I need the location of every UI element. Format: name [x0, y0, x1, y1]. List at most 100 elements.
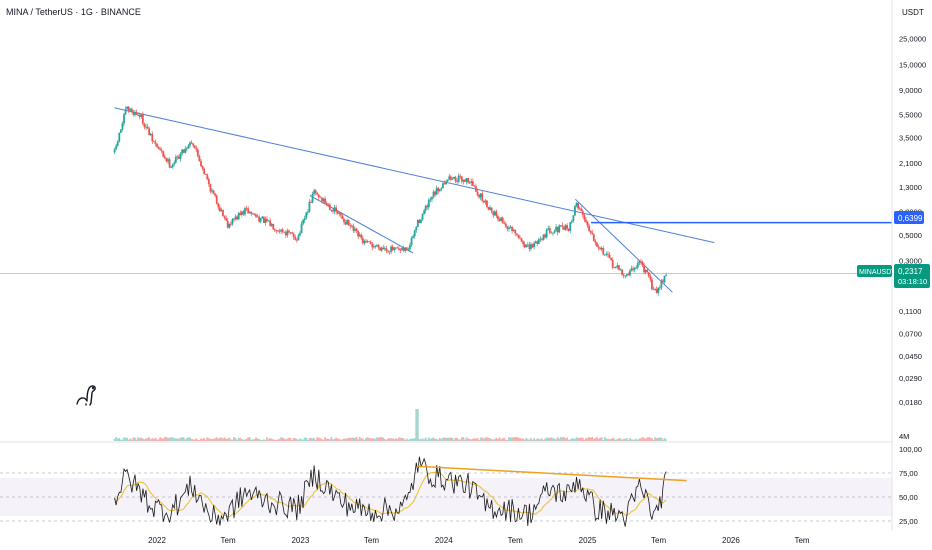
candle-body: [451, 178, 454, 180]
candle-body: [596, 242, 598, 247]
candle-body: [434, 191, 437, 195]
volume-bar: [426, 439, 429, 441]
candle-body: [421, 213, 424, 220]
candle-body: [126, 106, 129, 110]
candle-body: [299, 232, 301, 236]
candle-body: [171, 164, 174, 168]
volume-bar: [548, 437, 551, 441]
volume-bar: [233, 437, 235, 441]
volume-bar: [146, 438, 149, 441]
volume-bar: [622, 438, 625, 441]
volume-bar: [646, 437, 649, 441]
candle-body: [561, 225, 564, 227]
volume-bar: [525, 437, 528, 441]
candle-body: [352, 225, 355, 231]
candle-body: [519, 237, 521, 239]
candle-body: [454, 176, 457, 182]
candle-body: [418, 219, 421, 223]
candle-body: [176, 156, 179, 158]
volume-bar: [583, 439, 586, 441]
volume-bar: [352, 437, 355, 441]
candle-body: [544, 234, 546, 238]
candle-body: [242, 211, 245, 215]
candle-body: [203, 168, 206, 175]
volume-bar: [470, 439, 473, 441]
time-tick-label: 2023: [291, 536, 309, 545]
volume-bar: [566, 437, 568, 441]
candle-body: [258, 216, 261, 222]
candle-body: [372, 246, 375, 248]
candle-body: [229, 223, 232, 225]
volume-bar: [633, 439, 636, 441]
volume-bar: [506, 439, 509, 441]
candle-body: [654, 289, 656, 290]
volume-bar: [638, 438, 641, 441]
candle-body: [382, 247, 385, 250]
candle-body: [157, 146, 160, 149]
candle-body: [542, 234, 545, 240]
volume-bar: [277, 439, 279, 441]
candle-body: [647, 272, 650, 277]
candle-body: [618, 265, 620, 270]
time-tick-label: Tem: [794, 536, 809, 545]
volume-bar: [162, 438, 165, 441]
volume-bar: [467, 438, 470, 441]
volume-bar: [437, 439, 440, 441]
volume-bar: [297, 439, 300, 441]
volume-bar: [536, 438, 539, 441]
volume-bar: [294, 438, 297, 441]
candle-body: [465, 178, 468, 182]
volume-bar: [289, 438, 292, 441]
volume-bar: [449, 437, 452, 441]
volume-bar: [316, 437, 319, 441]
time-axis[interactable]: 2022 Tem 2023 Tem 2024 Tem 2025 Tem 2026 Tem: [148, 536, 810, 545]
candle-body: [500, 217, 503, 222]
dinosaur-icon[interactable]: [76, 385, 96, 406]
candle-body: [270, 223, 273, 226]
candle-body: [277, 230, 279, 232]
volume-bar: [206, 437, 209, 441]
volume-bar: [487, 437, 490, 441]
volume-bar: [212, 438, 215, 441]
volume-bar: [240, 439, 243, 441]
volume-bar: [503, 437, 506, 441]
volume-bar: [281, 437, 284, 441]
candle-body: [393, 247, 396, 251]
candle-body: [141, 114, 144, 124]
chart-canvas[interactable]: MINA / TetherUS · 1G · BINANCE USDT 25,0…: [0, 0, 932, 550]
volume-bar: [465, 437, 468, 441]
trendlines[interactable]: [114, 107, 715, 293]
candle-body: [514, 229, 517, 234]
candle-body: [163, 156, 166, 159]
volume-bar: [442, 437, 444, 441]
volume-bar: [402, 438, 405, 441]
volume-bar: [404, 439, 407, 441]
hline-price-label: 0,6399: [898, 214, 923, 223]
candle-body: [569, 222, 572, 231]
candle-body: [614, 267, 617, 268]
candle-body: [495, 211, 498, 217]
volume-bar: [222, 438, 224, 441]
price-tick-label: 9,0000: [899, 86, 922, 95]
volume-bar: [189, 437, 191, 441]
candle-body: [368, 241, 371, 243]
candle-body: [660, 280, 663, 288]
candle-body: [437, 187, 440, 192]
volume-bar: [660, 437, 663, 441]
candle-body: [143, 123, 146, 128]
volume-bar: [247, 437, 250, 441]
volume-bar: [655, 438, 658, 441]
candle-body: [467, 178, 470, 183]
volume-bar: [234, 438, 237, 441]
last-price-value: 0,2317: [898, 267, 923, 276]
volume-bar: [242, 439, 245, 441]
volume-bar: [269, 438, 272, 441]
candle-body: [641, 261, 644, 266]
symbol-title[interactable]: MINA / TetherUS · 1G · BINANCE: [6, 7, 141, 17]
candle-body: [498, 219, 501, 222]
candle-body: [420, 219, 422, 223]
candle-body: [251, 213, 254, 215]
price-tick-label: 15,0000: [899, 60, 926, 69]
candle-body: [478, 194, 481, 198]
volume-bar: [380, 437, 383, 441]
